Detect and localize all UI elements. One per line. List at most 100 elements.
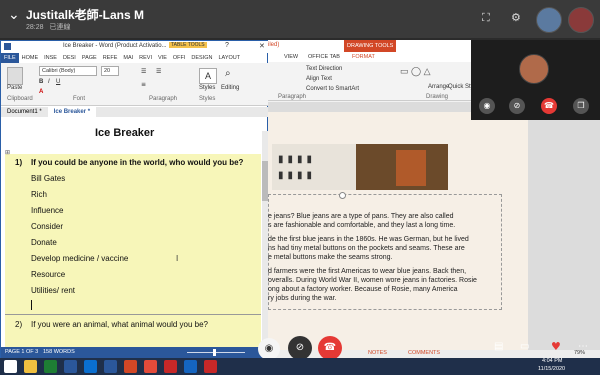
app-icon[interactable]: [204, 360, 217, 373]
avatar[interactable]: [536, 7, 562, 33]
start-icon[interactable]: [4, 360, 17, 373]
slide-text-line: overalls. During World War II, women wor…: [268, 277, 477, 284]
zoom-slider-thumb[interactable]: [213, 349, 216, 356]
word-icon[interactable]: [104, 360, 117, 373]
table-divider: [5, 314, 261, 315]
word-ribbon: Paste Calibri (Body) 20 B I U A ☰ ☰ ≡ A …: [1, 63, 269, 106]
question-2-number: 2): [15, 320, 23, 329]
comments-button[interactable]: COMMENTS: [408, 350, 440, 356]
text-direction-button[interactable]: Text Direction: [306, 66, 342, 72]
tab-insert[interactable]: INSE: [41, 53, 60, 63]
miners-photo[interactable]: [356, 144, 448, 190]
tab-format[interactable]: FORMAT: [352, 54, 375, 60]
switch-view-button[interactable]: ❐: [573, 98, 589, 114]
tab-home[interactable]: HOME: [19, 53, 42, 63]
align-icon[interactable]: ≡: [141, 81, 146, 88]
status-words[interactable]: 158 WORDS: [43, 349, 75, 355]
clock-date[interactable]: 11/15/2020: [538, 366, 565, 372]
settings-icon[interactable]: ⚙: [511, 11, 521, 24]
bullets-icon[interactable]: ☰: [141, 68, 146, 75]
call-timer: 28:28 已連線: [26, 24, 71, 31]
slide-text-line: e jeans? Blue jeans are a type of pans. …: [268, 213, 454, 220]
help-icon[interactable]: ?: [225, 42, 229, 49]
tab-references[interactable]: REFE: [100, 53, 121, 63]
table-move-handle[interactable]: ⊞: [5, 149, 10, 156]
tab-page-layout[interactable]: PAGE: [79, 53, 100, 63]
bold-button[interactable]: B: [39, 79, 43, 85]
slide-text-line: de the first blue jeans in the 1860s. He…: [268, 236, 469, 243]
word-icon: [4, 43, 11, 50]
styles-icon[interactable]: A: [199, 68, 217, 84]
slide-text-line: ong about a factory worker. Because of R…: [268, 286, 458, 293]
app-icon[interactable]: [184, 360, 197, 373]
numbering-icon[interactable]: ☰: [156, 68, 161, 75]
answer-item: Rich: [31, 190, 48, 199]
tab-ice-breaker[interactable]: Ice Breaker *: [47, 107, 97, 117]
document-heading: Ice Breaker: [95, 127, 155, 139]
video-off-button[interactable]: ⊘: [288, 336, 312, 360]
tab-design[interactable]: DESI: [60, 53, 79, 63]
powerpoint-icon[interactable]: [124, 360, 137, 373]
fullscreen-icon[interactable]: ⛶: [482, 11, 490, 25]
close-icon[interactable]: ✕: [259, 42, 265, 50]
search-icon[interactable]: ⌕: [225, 68, 231, 79]
tab-document1[interactable]: Document1 *: [1, 107, 48, 117]
notes-button[interactable]: NOTES: [368, 350, 387, 356]
answer-item: Utilities/ rent: [31, 286, 76, 295]
pdf-icon[interactable]: [164, 360, 177, 373]
tab-table-layout[interactable]: LAYOUT: [216, 53, 244, 63]
align-text-button[interactable]: Align Text: [306, 76, 332, 82]
tab-view[interactable]: VIEW: [284, 54, 298, 60]
arrange-button[interactable]: Arrange: [428, 84, 449, 90]
mic-button[interactable]: ◉: [479, 98, 495, 114]
underline-button[interactable]: U: [56, 79, 60, 85]
paste-icon[interactable]: [7, 67, 23, 85]
italic-button[interactable]: I: [48, 79, 50, 85]
mute-button[interactable]: ◉: [258, 338, 280, 360]
file-explorer-icon[interactable]: [24, 360, 37, 373]
font-color-icon[interactable]: A: [39, 89, 43, 95]
zoom-slider[interactable]: [187, 352, 245, 353]
styles-button[interactable]: Styles: [199, 85, 215, 91]
edge-icon[interactable]: [84, 360, 97, 373]
tab-view[interactable]: VIE: [155, 53, 170, 63]
word-ribbon-tabs: FILE HOME INSE DESI PAGE REFE MAI REVI VIE OFFI DE…: [1, 53, 269, 63]
tab-file[interactable]: FILE: [1, 53, 19, 63]
tab-office[interactable]: OFFI: [170, 53, 189, 63]
rivets-image[interactable]: ▮▮▮▮ ▮▮▮▮: [272, 144, 356, 190]
shapes-gallery-icon[interactable]: ▭ ◯ △: [400, 66, 431, 77]
excel-icon[interactable]: [44, 360, 57, 373]
word-icon[interactable]: [64, 360, 77, 373]
tab-office-tab[interactable]: OFFICE TAB: [308, 54, 340, 60]
font-name-select[interactable]: Calibri (Body): [39, 66, 97, 76]
slide-text-line: e metal buttons make the seams strong.: [268, 254, 393, 261]
tab-review[interactable]: REVI: [136, 53, 155, 63]
end-call-button[interactable]: ☎: [541, 98, 557, 114]
table-tools-label: TABLE TOOLS: [169, 42, 207, 48]
heart-icon[interactable]: ♥: [551, 340, 561, 353]
chat-icon[interactable]: ▤: [494, 341, 503, 352]
resize-handle[interactable]: [339, 192, 346, 199]
status-page[interactable]: PAGE 1 OF 3: [5, 349, 38, 355]
paste-button[interactable]: Paste: [7, 85, 22, 91]
hang-up-button[interactable]: ☎: [318, 336, 342, 360]
group-paragraph: Paragraph: [278, 94, 307, 100]
tab-mailings[interactable]: MAI: [120, 53, 136, 63]
clock-time[interactable]: 4:04 PM: [542, 358, 562, 364]
editing-button[interactable]: Editing: [221, 85, 239, 91]
font-size-select[interactable]: 20: [101, 66, 119, 76]
group-paragraph: Paragraph: [149, 96, 178, 102]
photo-figure: [396, 150, 426, 186]
group-styles: Styles: [199, 96, 216, 102]
call-title: Justitalk老師-Lans M: [26, 8, 145, 22]
chevron-down-icon[interactable]: ⌄: [8, 7, 20, 23]
tab-table-design[interactable]: DESIGN: [188, 53, 215, 63]
camera-off-button[interactable]: ⊘: [509, 98, 525, 114]
avatar[interactable]: [568, 7, 594, 33]
question-1: If you could be anyone in the world, who…: [31, 158, 244, 167]
smartart-button[interactable]: Convert to SmartArt: [306, 86, 359, 92]
chrome-icon[interactable]: [144, 360, 157, 373]
more-icon[interactable]: ⋯: [578, 341, 588, 352]
screen-share-icon[interactable]: ▭: [520, 341, 529, 352]
question-2: If you were an animal, what animal would…: [31, 320, 208, 329]
